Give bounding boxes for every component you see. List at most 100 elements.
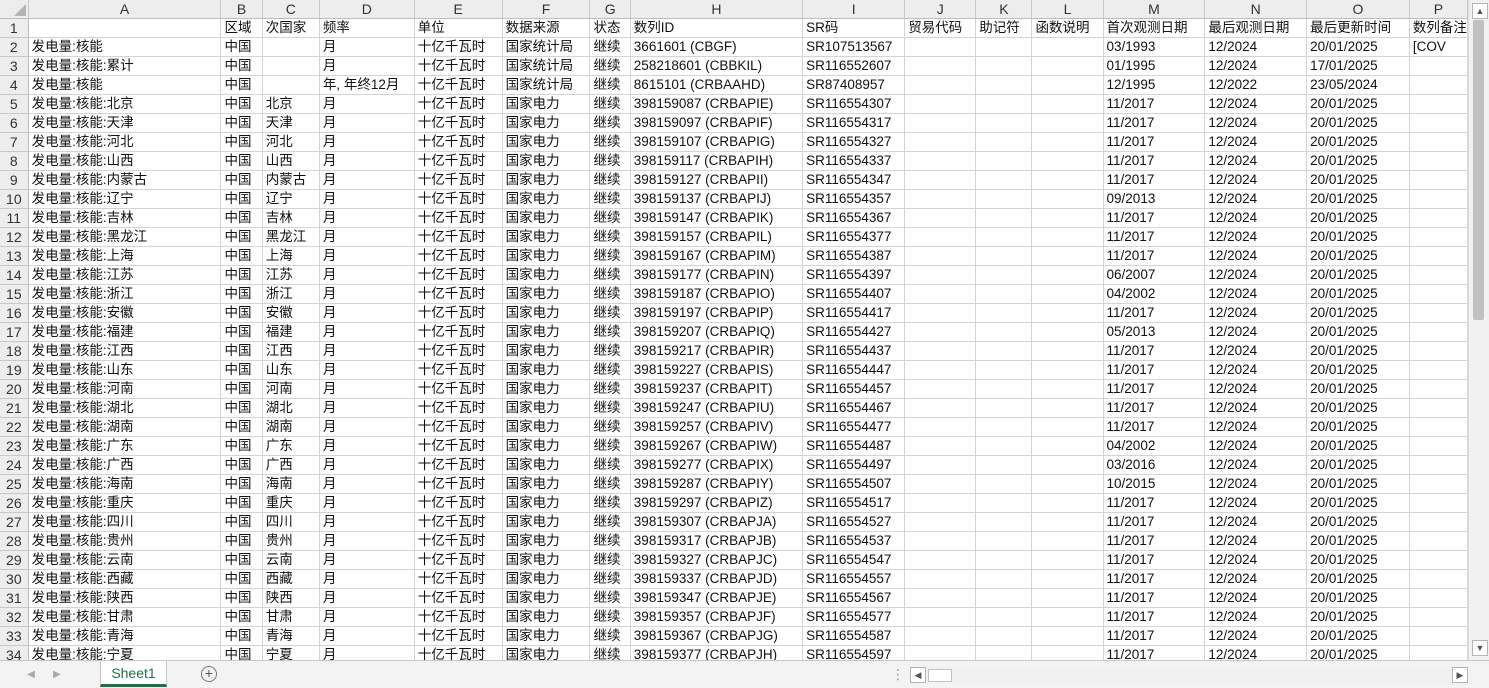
- cell-j33[interactable]: [904, 626, 977, 646]
- cell-b30[interactable]: 中国: [220, 569, 263, 589]
- cell-l10[interactable]: [1031, 189, 1104, 209]
- cell-j12[interactable]: [904, 227, 977, 247]
- cell-b29[interactable]: 中国: [220, 550, 263, 570]
- cell-g16[interactable]: 继续: [589, 303, 631, 323]
- row-header[interactable]: 24: [0, 455, 29, 475]
- cell-h24[interactable]: 398159277 (CRBAPIX): [630, 455, 804, 475]
- add-sheet-icon[interactable]: +: [201, 666, 217, 682]
- cell-a19[interactable]: 发电量:核能:山东: [28, 360, 222, 380]
- cell-n11[interactable]: 12/2024: [1204, 208, 1308, 228]
- cell-m23[interactable]: 04/2002: [1103, 436, 1206, 456]
- cell-o22[interactable]: 20/01/2025: [1306, 417, 1410, 437]
- cell-a12[interactable]: 发电量:核能:黑龙江: [28, 227, 222, 247]
- cell-n12[interactable]: 12/2024: [1204, 227, 1308, 247]
- cell-k9[interactable]: [975, 170, 1033, 190]
- cell-p26[interactable]: [1409, 493, 1468, 513]
- cell-d32[interactable]: 月: [319, 607, 415, 627]
- cell-p32[interactable]: [1409, 607, 1468, 627]
- cell-k32[interactable]: [975, 607, 1033, 627]
- cell-m4[interactable]: 12/1995: [1103, 75, 1206, 95]
- cell-j19[interactable]: [904, 360, 977, 380]
- cell-l27[interactable]: [1031, 512, 1104, 532]
- cell-n34[interactable]: 12/2024: [1204, 645, 1308, 660]
- cell-p15[interactable]: [1409, 284, 1468, 304]
- cell-m25[interactable]: 10/2015: [1103, 474, 1206, 494]
- cell-n1[interactable]: 最后观测日期: [1204, 18, 1308, 38]
- cell-b16[interactable]: 中国: [220, 303, 263, 323]
- cell-f25[interactable]: 国家电力: [502, 474, 591, 494]
- cell-j22[interactable]: [904, 417, 977, 437]
- cell-a13[interactable]: 发电量:核能:上海: [28, 246, 222, 266]
- cell-f27[interactable]: 国家电力: [502, 512, 591, 532]
- row-header[interactable]: 32: [0, 607, 29, 627]
- row-header[interactable]: 6: [0, 113, 29, 133]
- cell-h22[interactable]: 398159257 (CRBAPIV): [630, 417, 804, 437]
- cell-d9[interactable]: 月: [319, 170, 415, 190]
- cell-j8[interactable]: [904, 151, 977, 171]
- cell-c30[interactable]: 西藏: [262, 569, 320, 589]
- cell-o8[interactable]: 20/01/2025: [1306, 151, 1410, 171]
- cell-f9[interactable]: 国家电力: [502, 170, 591, 190]
- cell-i32[interactable]: SR116554577: [802, 607, 906, 627]
- cell-b12[interactable]: 中国: [220, 227, 263, 247]
- cell-h33[interactable]: 398159367 (CRBAPJG): [630, 626, 804, 646]
- row-header[interactable]: 13: [0, 246, 29, 266]
- cell-l21[interactable]: [1031, 398, 1104, 418]
- cell-p21[interactable]: [1409, 398, 1468, 418]
- cell-l23[interactable]: [1031, 436, 1104, 456]
- cell-i34[interactable]: SR116554597: [802, 645, 906, 660]
- column-header-l[interactable]: L: [1031, 0, 1104, 19]
- scroll-left-arrow-icon[interactable]: ◀: [910, 667, 926, 683]
- cell-c13[interactable]: 上海: [262, 246, 320, 266]
- cell-h6[interactable]: 398159097 (CRBAPIF): [630, 113, 804, 133]
- cell-f30[interactable]: 国家电力: [502, 569, 591, 589]
- row-header[interactable]: 7: [0, 132, 29, 152]
- cell-d5[interactable]: 月: [319, 94, 415, 114]
- cell-m26[interactable]: 11/2017: [1103, 493, 1206, 513]
- cell-j25[interactable]: [904, 474, 977, 494]
- cell-i27[interactable]: SR116554527: [802, 512, 906, 532]
- cell-p8[interactable]: [1409, 151, 1468, 171]
- cell-o5[interactable]: 20/01/2025: [1306, 94, 1410, 114]
- cell-i25[interactable]: SR116554507: [802, 474, 906, 494]
- row-header[interactable]: 34: [0, 645, 29, 660]
- cell-m17[interactable]: 05/2013: [1103, 322, 1206, 342]
- cell-o17[interactable]: 20/01/2025: [1306, 322, 1410, 342]
- cell-a16[interactable]: 发电量:核能:安徽: [28, 303, 222, 323]
- cell-m13[interactable]: 11/2017: [1103, 246, 1206, 266]
- cell-p30[interactable]: [1409, 569, 1468, 589]
- cell-j34[interactable]: [904, 645, 977, 660]
- cell-g27[interactable]: 继续: [589, 512, 631, 532]
- row-header[interactable]: 19: [0, 360, 29, 380]
- cell-l18[interactable]: [1031, 341, 1104, 361]
- column-header-m[interactable]: M: [1103, 0, 1206, 19]
- cell-n3[interactable]: 12/2024: [1204, 56, 1308, 76]
- cell-k21[interactable]: [975, 398, 1033, 418]
- vertical-scrollbar[interactable]: ▲ ▼: [1468, 0, 1489, 660]
- cell-l20[interactable]: [1031, 379, 1104, 399]
- cell-n24[interactable]: 12/2024: [1204, 455, 1308, 475]
- vertical-scroll-thumb[interactable]: [1473, 20, 1484, 320]
- cell-p5[interactable]: [1409, 94, 1468, 114]
- scroll-right-arrow-icon[interactable]: ▶: [1452, 667, 1468, 683]
- cell-k20[interactable]: [975, 379, 1033, 399]
- cell-p17[interactable]: [1409, 322, 1468, 342]
- cell-a11[interactable]: 发电量:核能:吉林: [28, 208, 222, 228]
- row-header[interactable]: 16: [0, 303, 29, 323]
- cell-e33[interactable]: 十亿千瓦时: [414, 626, 503, 646]
- cell-d18[interactable]: 月: [319, 341, 415, 361]
- cell-b24[interactable]: 中国: [220, 455, 263, 475]
- column-header-o[interactable]: O: [1306, 0, 1410, 19]
- cell-l7[interactable]: [1031, 132, 1104, 152]
- cell-j13[interactable]: [904, 246, 977, 266]
- cell-b8[interactable]: 中国: [220, 151, 263, 171]
- cell-g13[interactable]: 继续: [589, 246, 631, 266]
- cell-h20[interactable]: 398159237 (CRBAPIT): [630, 379, 804, 399]
- cell-m15[interactable]: 04/2002: [1103, 284, 1206, 304]
- cell-b14[interactable]: 中国: [220, 265, 263, 285]
- cell-c15[interactable]: 浙江: [262, 284, 320, 304]
- cell-d1[interactable]: 频率: [319, 18, 415, 38]
- cell-b25[interactable]: 中国: [220, 474, 263, 494]
- cell-p19[interactable]: [1409, 360, 1468, 380]
- cell-e30[interactable]: 十亿千瓦时: [414, 569, 503, 589]
